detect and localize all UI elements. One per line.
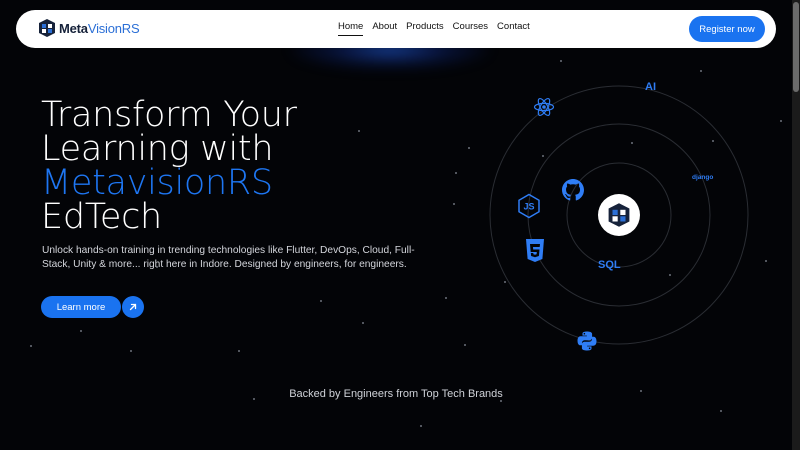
star bbox=[468, 147, 470, 149]
star bbox=[504, 281, 506, 283]
star bbox=[362, 322, 364, 324]
star bbox=[780, 120, 782, 122]
nav-courses[interactable]: Courses bbox=[453, 21, 488, 36]
star bbox=[669, 274, 671, 276]
nodejs-icon: JS bbox=[518, 193, 540, 219]
nav-home[interactable]: Home bbox=[338, 21, 364, 36]
backed-by-text: Backed by Engineers from Top Tech Brands bbox=[289, 388, 503, 400]
nav-about[interactable]: About bbox=[372, 21, 397, 36]
star bbox=[631, 142, 633, 144]
star bbox=[500, 400, 502, 402]
svg-text:JS: JS bbox=[523, 202, 534, 212]
star bbox=[464, 344, 466, 346]
star bbox=[712, 140, 714, 142]
hero-title-line-4: EdTech bbox=[41, 197, 162, 237]
learn-more-button[interactable]: Learn more bbox=[41, 296, 121, 318]
register-button[interactable]: Register now bbox=[689, 16, 765, 42]
star bbox=[445, 297, 447, 299]
scrollbar-thumb[interactable] bbox=[793, 2, 799, 92]
brand-logo[interactable]: MetaVisionRS bbox=[38, 18, 140, 38]
metavisionrs-logo-icon bbox=[39, 19, 55, 37]
ai-label: AI bbox=[645, 81, 656, 93]
hero-title: Transform Your Learning with MetavisionR… bbox=[41, 95, 461, 237]
star bbox=[130, 350, 132, 352]
hero-subtitle: Unlock hands-on training in trending tec… bbox=[42, 245, 415, 270]
star bbox=[542, 155, 544, 157]
star bbox=[320, 300, 322, 302]
python-icon bbox=[577, 331, 597, 351]
metavisionrs-logo-icon bbox=[608, 203, 630, 227]
star bbox=[560, 60, 562, 62]
brand-name: MetaVisionRS bbox=[59, 20, 140, 36]
star bbox=[30, 345, 32, 347]
cta-group: Learn more bbox=[41, 296, 144, 318]
hero-title-accent: MetavisionRS bbox=[41, 163, 273, 203]
hero-title-line-1: Transform Your bbox=[41, 95, 297, 135]
star bbox=[420, 425, 422, 427]
django-label: django bbox=[692, 174, 714, 181]
html5-icon bbox=[526, 239, 544, 262]
arrow-up-right-icon[interactable] bbox=[122, 296, 144, 318]
github-icon bbox=[562, 179, 584, 201]
star bbox=[80, 330, 82, 332]
react-icon bbox=[533, 97, 555, 117]
sql-label: SQL bbox=[598, 259, 621, 271]
nav-products[interactable]: Products bbox=[406, 21, 444, 36]
navbar: MetaVisionRS Home About Products Courses… bbox=[16, 10, 776, 48]
star bbox=[700, 70, 702, 72]
star bbox=[765, 260, 767, 262]
star bbox=[720, 410, 722, 412]
metavisionrs-center-logo bbox=[598, 194, 640, 236]
star bbox=[238, 350, 240, 352]
page-scrollbar[interactable] bbox=[792, 0, 800, 450]
nav-links: Home About Products Courses Contact bbox=[338, 21, 539, 36]
hero-title-line-2: Learning with bbox=[41, 129, 274, 169]
nav-contact[interactable]: Contact bbox=[497, 21, 530, 36]
